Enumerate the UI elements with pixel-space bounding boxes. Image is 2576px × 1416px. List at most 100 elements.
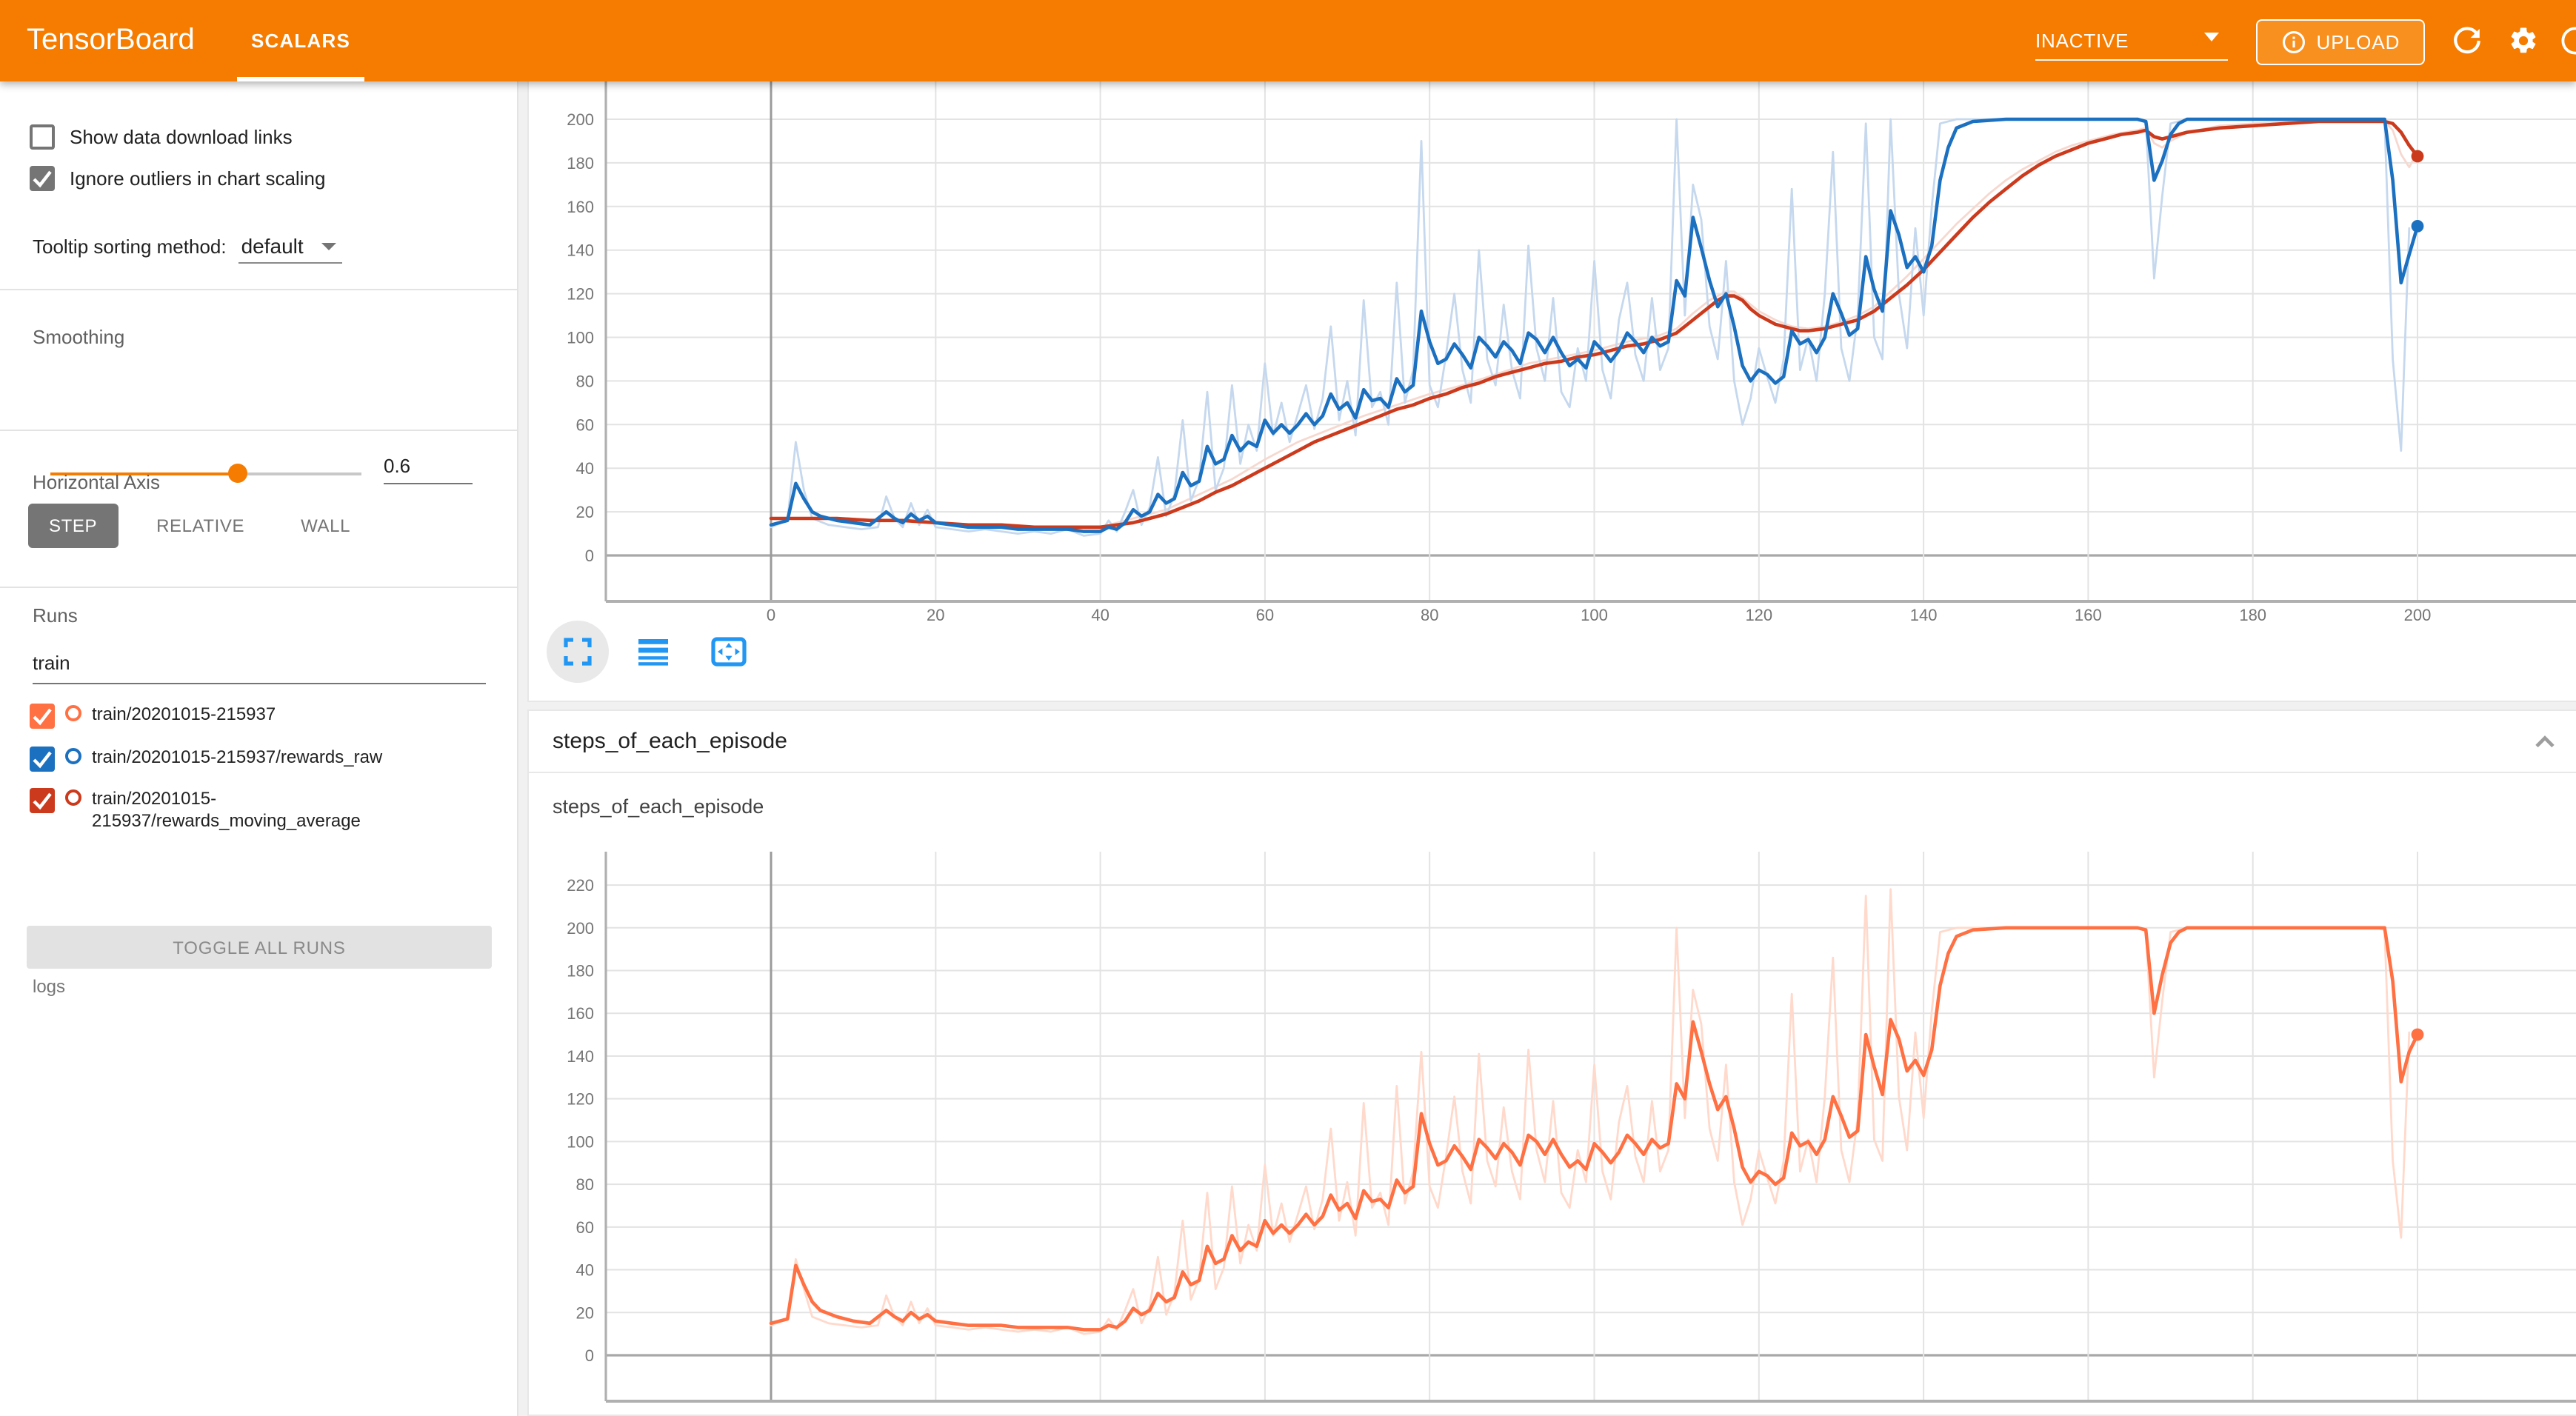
main-content: 0 20 40 60 80 100 120 140 160 180 200 0 20 40 60 80 100 1… [518, 81, 2576, 1416]
divider [0, 289, 518, 290]
fullscreen-icon [560, 634, 595, 669]
toggle-all-runs-button[interactable]: TOGGLE ALL RUNS [27, 926, 492, 969]
series-end-dot [2412, 1029, 2424, 1041]
tensorboard-app: TensorBoard SCALARS INACTIVE UPLOAD [0, 0, 2576, 1416]
steps-chart[interactable]: 020406080100120140160180200220 [529, 831, 2576, 1416]
status-dropdown[interactable]: INACTIVE [2035, 0, 2231, 81]
toggle-y-axis-button[interactable] [622, 621, 684, 683]
x-tick-label: 100 [1581, 606, 1608, 624]
smoothing-label: Smoothing [33, 326, 124, 348]
y-tick-label: 60 [576, 1218, 594, 1237]
app-title: TensorBoard [27, 24, 195, 58]
rewards-chart[interactable]: 0204060801001201401601802000204060801001… [529, 81, 2576, 702]
divider [0, 587, 518, 588]
y-tick-label: 220 [567, 876, 594, 895]
run-label: train/20201015-215937/rewards_moving_ave… [92, 788, 465, 832]
x-tick-label: 160 [2075, 606, 2102, 624]
y-tick-label: 120 [567, 1090, 594, 1109]
run-checkbox[interactable] [30, 704, 55, 729]
ignore-outliers-row[interactable]: Ignore outliers in chart scaling [30, 166, 325, 191]
x-tick-label: 200 [2404, 606, 2432, 624]
y-tick-label: 0 [585, 1346, 594, 1365]
horizontal-axis-label: Horizontal Axis [33, 471, 160, 493]
run-checkbox[interactable] [30, 747, 55, 772]
smoothing-value-input[interactable]: 0.6 [384, 455, 473, 484]
section-title: steps_of_each_episode [553, 729, 787, 754]
y-tick-label: 140 [567, 241, 594, 260]
lines-icon [635, 634, 671, 669]
checkbox-label: Show data download links [70, 126, 293, 148]
chart-toolbar [547, 621, 760, 683]
tab-scalars[interactable]: SCALARS [237, 0, 364, 81]
x-tick-label: 180 [2239, 606, 2266, 624]
run-label: train/20201015-215937 [92, 704, 276, 726]
run-checkbox[interactable] [30, 788, 55, 813]
run-row[interactable]: train/20201015-215937/rewards_raw [30, 747, 382, 772]
y-tick-label: 120 [567, 285, 594, 304]
series-line [771, 889, 2409, 1334]
y-tick-label: 60 [576, 415, 594, 434]
tooltip-sorting-value: default [241, 234, 304, 258]
fit-to-data-icon [710, 634, 748, 669]
tooltip-sorting-label: Tooltip sorting method: [33, 236, 227, 258]
status-label: INACTIVE [2035, 30, 2129, 52]
app-header: TensorBoard SCALARS INACTIVE UPLOAD [0, 0, 2576, 81]
y-tick-label: 200 [567, 919, 594, 938]
dropdown-underline [2035, 59, 2228, 61]
expand-chart-button[interactable] [547, 621, 609, 683]
x-tick-label: 20 [927, 606, 944, 624]
settings-gear-icon[interactable] [2508, 25, 2539, 56]
run-color-circle-icon [65, 705, 81, 721]
y-tick-label: 100 [567, 1132, 594, 1151]
axis-button-relative[interactable]: RELATIVE [139, 504, 262, 548]
divider [0, 430, 518, 431]
series-end-dot [2412, 150, 2424, 163]
run-color-circle-icon [65, 789, 81, 806]
info-icon [2281, 30, 2306, 55]
axis-button-wall[interactable]: WALL [283, 504, 368, 548]
rewards-chart-card: 0204060801001201401601802000204060801001… [527, 81, 2576, 702]
slider-thumb[interactable] [228, 464, 247, 483]
fit-domain-button[interactable] [698, 621, 760, 683]
checkbox-ignore-outliers[interactable] [30, 166, 55, 191]
x-tick-label: 140 [1910, 606, 1938, 624]
checkbox-show-download[interactable] [30, 124, 55, 150]
upload-label: UPLOAD [2317, 31, 2400, 53]
axis-button-step[interactable]: STEP [28, 504, 118, 548]
runs-label: Runs [33, 604, 78, 627]
y-tick-label: 140 [567, 1047, 594, 1066]
checkbox-label: Ignore outliers in chart scaling [70, 167, 325, 190]
tooltip-sorting-row: Tooltip sorting method: default [33, 234, 342, 264]
y-tick-label: 160 [567, 1004, 594, 1023]
y-tick-label: 0 [585, 547, 594, 565]
run-row[interactable]: train/20201015-215937 [30, 704, 276, 729]
run-color-circle-icon [65, 748, 81, 764]
x-tick-label: 0 [767, 606, 775, 624]
x-tick-label: 80 [1421, 606, 1438, 624]
x-tick-label: 60 [1256, 606, 1274, 624]
x-tick-label: 120 [1745, 606, 1772, 624]
runs-filter-input[interactable]: train [33, 652, 486, 684]
sidebar: Show data download links Ignore outliers… [0, 81, 518, 1416]
y-tick-label: 20 [576, 1303, 594, 1322]
help-icon[interactable] [2560, 25, 2576, 56]
y-tick-label: 180 [567, 154, 594, 173]
horizontal-axis-buttons: STEP RELATIVE WALL [28, 504, 368, 548]
x-tick-label: 40 [1091, 606, 1109, 624]
y-tick-label: 80 [576, 372, 594, 390]
y-tick-label: 100 [567, 329, 594, 347]
tooltip-sorting-select[interactable]: default [238, 234, 342, 264]
section-header[interactable]: steps_of_each_episode [529, 711, 2576, 773]
upload-button[interactable]: UPLOAD [2256, 19, 2425, 65]
run-label: train/20201015-215937/rewards_raw [92, 747, 382, 769]
y-tick-label: 200 [567, 110, 594, 129]
chevron-down-icon [2204, 33, 2219, 41]
refresh-icon[interactable] [2452, 25, 2483, 56]
show-download-links-row[interactable]: Show data download links [30, 124, 293, 150]
y-tick-label: 180 [567, 962, 594, 981]
run-row[interactable]: train/20201015-215937/rewards_moving_ave… [30, 788, 465, 832]
series-end-dot [2412, 220, 2424, 233]
steps-section-card: steps_of_each_episode steps_of_each_epis… [527, 709, 2576, 1416]
y-tick-label: 40 [576, 459, 594, 478]
chevron-up-icon[interactable] [2529, 726, 2561, 758]
